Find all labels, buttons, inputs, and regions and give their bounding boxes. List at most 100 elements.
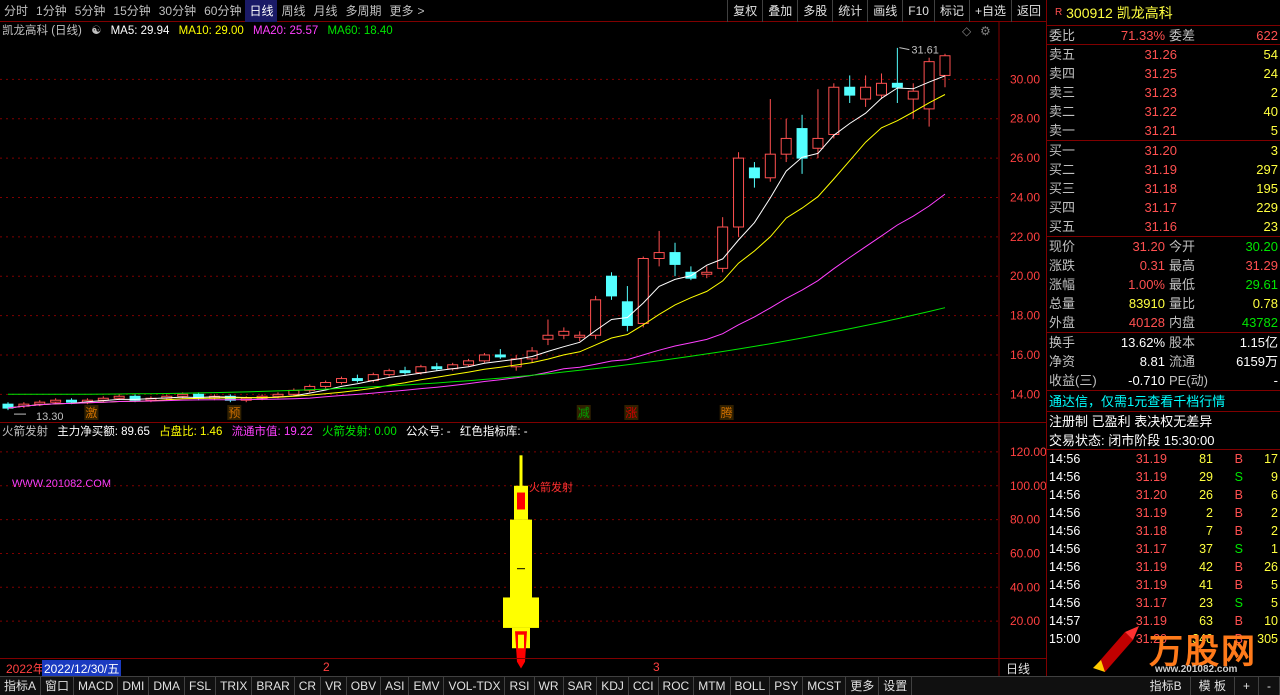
indicator-tab[interactable]: DMA: [149, 677, 186, 695]
fundamental-value: -0.710: [1128, 373, 1165, 388]
candle-down: [796, 128, 808, 159]
low-label: 13.30: [36, 411, 64, 423]
indicator-tab[interactable]: DMI: [118, 677, 150, 695]
indicator-tab[interactable]: MACD: [74, 677, 119, 695]
candle-up: [939, 55, 951, 76]
indicator-tab[interactable]: TRIX: [216, 677, 253, 695]
candle-up: [574, 334, 586, 338]
indicator-tab[interactable]: CR: [295, 677, 322, 695]
indicator-tab[interactable]: KDJ: [597, 677, 629, 695]
quote-value: 1.00%: [1128, 277, 1165, 292]
indicator-tab-right[interactable]: +: [1235, 677, 1259, 695]
indicator-tab[interactable]: BOLL: [731, 677, 771, 695]
indicator-tab[interactable]: 设置: [879, 677, 913, 695]
indicator-tab[interactable]: MTM: [694, 677, 731, 695]
tick-time: 14:56: [1049, 578, 1081, 592]
rocket-body: [510, 519, 532, 608]
promo-row[interactable]: 通达信，仅需1元查看千档行情: [1047, 391, 1280, 412]
candle-up: [923, 61, 935, 110]
tick-side: S: [1234, 542, 1243, 556]
indicator-tab[interactable]: BRAR: [252, 677, 295, 695]
indicator-tab[interactable]: RSI: [505, 677, 535, 695]
candle-up: [780, 137, 792, 155]
period-label[interactable]: 日线: [1006, 660, 1030, 677]
price-tick-label: 20.00: [1010, 269, 1040, 283]
indicator-tab[interactable]: VR: [321, 677, 347, 695]
bids-volume: 195: [1256, 181, 1278, 196]
candle-up: [50, 399, 62, 403]
signal-label: 腾: [721, 405, 733, 420]
rocket-label: 火箭发射: [529, 480, 573, 494]
asks-label: 卖二: [1049, 104, 1076, 119]
tick-row: 14:56 31.19 29 S 9: [1047, 468, 1280, 486]
rocket-flame-core: [518, 634, 524, 649]
candle-up: [177, 393, 189, 397]
candle-up: [764, 153, 776, 179]
asks-row: 卖四 31.25 24: [1047, 64, 1280, 83]
indicator-tab[interactable]: VOL-TDX: [444, 677, 506, 695]
bids-volume: 229: [1256, 200, 1278, 215]
rocket-fins: [503, 597, 539, 628]
tick-side: S: [1234, 596, 1243, 610]
tick-side: B: [1234, 488, 1243, 502]
high-label: 31.61: [911, 45, 939, 57]
fundamental-value: -: [1273, 373, 1278, 388]
indicator-tab[interactable]: WR: [535, 677, 564, 695]
candle-up: [320, 382, 332, 387]
tick-volume: 29: [1199, 470, 1213, 484]
candle-down: [351, 378, 363, 382]
tick-side: B: [1234, 578, 1243, 592]
indicator-tab[interactable]: ASI: [381, 677, 410, 695]
bids-label: 买四: [1049, 200, 1076, 215]
indicator-tab[interactable]: FSL: [185, 677, 217, 695]
fundamental-row: 净资 8.81 流通 6159万: [1047, 352, 1280, 371]
tick-count: 2: [1271, 506, 1278, 520]
bids-row: 买四 31.17 229: [1047, 198, 1280, 217]
quote-label: 总量: [1049, 296, 1076, 311]
tick-count: 6: [1271, 488, 1278, 502]
price-tick-label: 28.00: [1010, 112, 1040, 126]
asks-row: 卖一 31.21 5: [1047, 121, 1280, 140]
indicator-tab-right[interactable]: 模 板: [1191, 677, 1235, 695]
tick-time: 14:56: [1049, 452, 1081, 466]
fundamental-value: 1.15亿: [1239, 335, 1278, 350]
tick-row: 14:56 31.19 42 B 26: [1047, 558, 1280, 576]
month-mark-2: 2: [323, 660, 330, 674]
tick-row: 14:56 31.17 37 S 1: [1047, 540, 1280, 558]
candle-up: [542, 334, 554, 340]
promo-text[interactable]: 通达信，仅需1元查看千档行情: [1049, 391, 1225, 411]
ma60-line: [8, 307, 946, 395]
indicator-tab-right[interactable]: 指标B: [1142, 677, 1191, 695]
indicator-tab[interactable]: ROC: [659, 677, 695, 695]
candle-down: [844, 86, 856, 96]
candle-up: [558, 330, 570, 336]
weibi-row: 委比 71.33% 委差 622: [1047, 26, 1280, 45]
indicator-tab-right[interactable]: -: [1259, 677, 1280, 695]
tick-time: 14:56: [1049, 542, 1081, 556]
bids-row: 买二 31.19 297: [1047, 160, 1280, 179]
indicator-tabs: 指标A 窗口 MACD DMI DMA FSL TRIX BRAR CR VR OBV ASI EMV V…: [0, 676, 1280, 695]
indicator-tab[interactable]: CCI: [629, 677, 659, 695]
fundamental-value: 13.62%: [1120, 335, 1165, 350]
indicator-tab[interactable]: EMV: [409, 677, 445, 695]
tick-volume: 37: [1199, 542, 1213, 556]
indicator-tab[interactable]: 窗口: [41, 677, 75, 695]
bids-row: 买一 31.20 3: [1047, 141, 1280, 160]
indicator-tab[interactable]: OBV: [347, 677, 382, 695]
quote-label: 量比: [1169, 296, 1196, 311]
candle-up: [463, 360, 475, 366]
quote-label: 今开: [1169, 239, 1196, 254]
weibi-value: 71.33%: [1120, 28, 1165, 43]
indicator-tab[interactable]: MCST: [803, 677, 847, 695]
tick-time: 14:56: [1049, 524, 1081, 538]
candle-up: [733, 157, 745, 228]
promo2-text: 注册制 已盈利 表决权无差异: [1049, 414, 1213, 429]
tick-price: 31.18: [1135, 524, 1167, 538]
indicator-tab[interactable]: 指标A: [0, 677, 42, 695]
indicator-tab[interactable]: 更多: [846, 677, 880, 695]
tick-row: 14:56 31.19 2 B 2: [1047, 504, 1280, 522]
indicator-tab[interactable]: SAR: [564, 677, 598, 695]
candle-down: [431, 366, 443, 370]
indicator-tab[interactable]: PSY: [770, 677, 804, 695]
candle-up: [336, 378, 348, 384]
